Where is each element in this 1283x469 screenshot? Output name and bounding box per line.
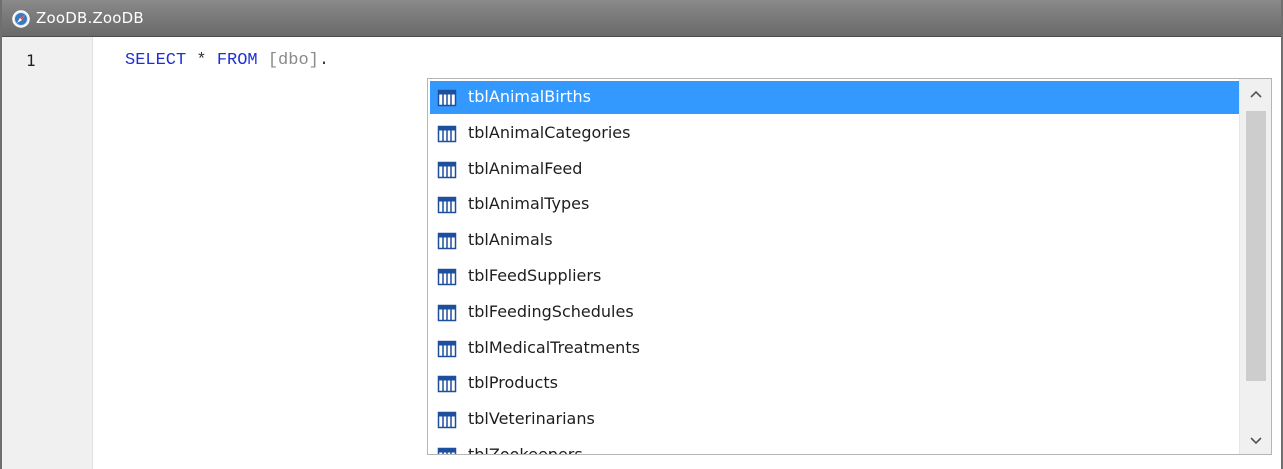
autocomplete-item-label: tblAnimalCategories xyxy=(468,122,631,142)
autocomplete-item[interactable]: tblAnimalBirths xyxy=(430,81,1240,114)
line-number: 1 xyxy=(26,51,36,70)
keyword-select: SELECT xyxy=(125,51,187,70)
autocomplete-item[interactable]: tblProducts xyxy=(430,367,1240,400)
autocomplete-item-label: tblFeedSuppliers xyxy=(468,266,602,285)
autocomplete-popup: tblAnimalBirths tblAnimalCategories tblAni… xyxy=(427,78,1272,455)
autocomplete-item-label: tblAnimals xyxy=(468,230,553,250)
autocomplete-item-label: tblZookeepers xyxy=(468,445,583,455)
autocomplete-list: tblAnimalBirths tblAnimalCategories tblAni… xyxy=(428,79,1240,455)
chevron-up-icon xyxy=(1250,90,1262,98)
autocomplete-item[interactable]: tblFeedingSchedules xyxy=(430,296,1240,329)
autocomplete-item[interactable]: tblAnimalTypes xyxy=(430,188,1240,221)
table-icon xyxy=(437,125,457,143)
table-icon xyxy=(437,268,457,286)
autocomplete-item[interactable]: tblAnimals xyxy=(430,224,1240,257)
window-title: ZooDB.ZooDB xyxy=(36,9,144,27)
autocomplete-item-label: tblAnimalTypes xyxy=(468,194,590,214)
autocomplete-item-label: tblFeedingSchedules xyxy=(468,301,634,321)
autocomplete-item[interactable]: tblVeterinarians xyxy=(430,403,1240,436)
table-icon xyxy=(437,447,457,454)
autocomplete-item-label: tblProducts xyxy=(468,373,558,393)
autocomplete-item-label: tblVeterinarians xyxy=(468,409,595,429)
select-star: * xyxy=(196,51,207,70)
table-icon xyxy=(437,197,457,214)
table-icon xyxy=(437,340,457,357)
chevron-down-icon xyxy=(1250,437,1262,445)
autocomplete-item-label: tblAnimalFeed xyxy=(468,158,583,178)
autocomplete-item[interactable]: tblFeedSuppliers xyxy=(430,260,1240,293)
table-icon xyxy=(437,411,457,429)
table-icon xyxy=(437,376,457,393)
compass-icon xyxy=(12,10,30,28)
title-bar: ZooDB.ZooDB xyxy=(2,0,1281,37)
autocomplete-item[interactable]: tblAnimalFeed xyxy=(430,153,1240,186)
table-icon xyxy=(437,232,457,250)
table-icon xyxy=(437,161,457,178)
keyword-from: FROM xyxy=(216,51,258,70)
line-number-gutter: 1 xyxy=(2,37,93,469)
autocomplete-item[interactable]: tblAnimalCategories xyxy=(430,117,1240,150)
scroll-down-button[interactable] xyxy=(1240,426,1271,454)
schema-identifier: [dbo] xyxy=(267,51,319,70)
query-editor-window: ZooDB.ZooDB 1 SELECT * FROM [dbo]. tblAn… xyxy=(0,0,1283,469)
table-icon xyxy=(437,89,457,107)
autocomplete-item[interactable]: tblZookeepers xyxy=(430,439,1240,455)
scroll-thumb[interactable] xyxy=(1246,111,1266,381)
autocomplete-item[interactable]: tblMedicalTreatments xyxy=(430,332,1240,365)
code-line[interactable]: SELECT * FROM [dbo]. xyxy=(125,51,329,70)
member-dot: . xyxy=(318,51,330,70)
scroll-up-button[interactable] xyxy=(1240,79,1271,109)
table-icon xyxy=(437,304,457,322)
autocomplete-item-label: tblAnimalBirths xyxy=(468,87,591,106)
autocomplete-scrollbar[interactable] xyxy=(1239,79,1271,454)
autocomplete-item-label: tblMedicalTreatments xyxy=(468,337,640,357)
